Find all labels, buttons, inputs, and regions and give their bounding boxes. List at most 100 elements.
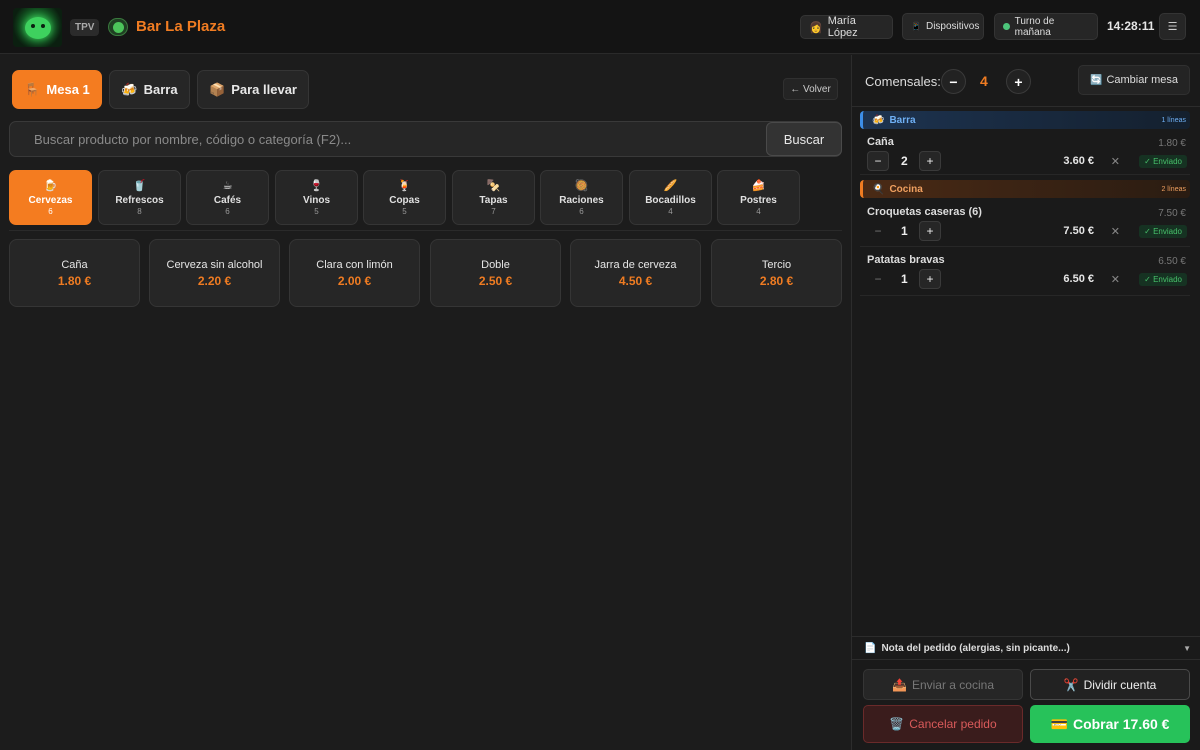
devices-button[interactable]: 📱 Dispositivos <box>902 13 984 40</box>
split-bill-label: Dividir cuenta <box>1083 677 1157 692</box>
category-icon: ☕ <box>222 179 233 192</box>
category-button[interactable]: 🍺 Cervezas 6 <box>9 170 92 225</box>
search-input[interactable] <box>10 122 765 156</box>
category-count: 6 <box>579 206 584 216</box>
category-button[interactable]: 🍷 Vinos 5 <box>275 170 358 225</box>
card-icon: 💳 <box>1050 715 1068 732</box>
scissors-icon: ✂️ <box>1063 677 1079 692</box>
product-tile[interactable]: Clara con limón 2.00 € <box>289 239 420 307</box>
qty-increase-button[interactable]: + <box>919 151 941 171</box>
remove-item-icon[interactable]: ✕ <box>1111 155 1120 168</box>
category-name: Raciones <box>559 194 604 206</box>
beers-icon: 🍻 <box>121 81 138 97</box>
qty-decrease-button[interactable]: − <box>867 221 889 241</box>
category-icon: 🥘 <box>574 179 589 192</box>
charge-button[interactable]: 💳 Cobrar 17.60 € <box>1030 705 1190 743</box>
product-price: 2.20 € <box>197 273 232 288</box>
connection-status-icon <box>108 18 128 36</box>
qty-increase-button[interactable]: + <box>919 269 941 289</box>
qty-decrease-button[interactable]: − <box>867 151 889 171</box>
item-unit-price: 1.80 € <box>1158 138 1186 149</box>
category-button[interactable]: ☕ Cafés 6 <box>186 170 269 225</box>
divider <box>860 174 1190 175</box>
split-bill-button[interactable]: ✂️ Dividir cuenta <box>1030 669 1190 700</box>
back-button[interactable]: ← Volver <box>783 78 838 100</box>
shift-status-icon <box>1003 23 1010 30</box>
trash-icon: 🗑️ <box>889 717 905 731</box>
search-bar: Buscar <box>9 121 842 157</box>
order-note-toggle[interactable]: 📄 Nota del pedido (alergias, sin picante… <box>852 636 1200 660</box>
remove-item-icon[interactable]: ✕ <box>1111 225 1120 238</box>
mode-label: Para llevar <box>231 82 297 97</box>
item-name: Caña <box>867 136 894 148</box>
diners-decrease-button[interactable]: − <box>941 69 966 94</box>
menu-button[interactable]: ☰ <box>1159 13 1186 40</box>
category-name: Postres <box>740 194 777 206</box>
diners-increase-button[interactable]: + <box>1006 69 1031 94</box>
category-count: 5 <box>402 206 407 216</box>
category-button[interactable]: 🥖 Bocadillos 4 <box>629 170 712 225</box>
mode-barra-button[interactable]: 🍻 Barra <box>109 70 190 109</box>
item-qty: 1 <box>901 224 908 238</box>
user-button[interactable]: 👩 María López <box>800 15 893 39</box>
product-price: 2.80 € <box>759 273 794 288</box>
order-note-label: Nota del pedido (alergias, sin picante..… <box>881 642 1070 654</box>
category-name: Bocadillos <box>645 194 696 206</box>
product-name: Cerveza sin alcohol <box>166 258 263 271</box>
category-name: Tapas <box>479 194 508 206</box>
mode-takeaway-button[interactable]: 📦 Para llevar <box>197 70 309 109</box>
user-name: María López <box>827 15 858 39</box>
mode-mesa-button[interactable]: 🪑 Mesa 1 <box>12 70 102 109</box>
product-tile[interactable]: Tercio 2.80 € <box>711 239 842 307</box>
cancel-order-button[interactable]: 🗑️ Cancelar pedido <box>863 705 1023 743</box>
note-icon: 📄 <box>864 642 877 654</box>
product-tile[interactable]: Doble 2.50 € <box>430 239 561 307</box>
charge-label: Cobrar 17.60 € <box>1072 716 1170 732</box>
product-name: Jarra de cerveza <box>594 258 677 271</box>
category-name: Refrescos <box>115 194 164 206</box>
product-tile[interactable]: Jarra de cerveza 4.50 € <box>570 239 701 307</box>
clock: 14:28:11 <box>1107 19 1155 33</box>
product-name: Doble <box>481 258 510 271</box>
category-count: 8 <box>137 206 142 216</box>
category-count: 6 <box>225 206 230 216</box>
outbox-icon: 📤 <box>892 677 907 692</box>
shift-label: Turno de mañana <box>1014 15 1055 38</box>
change-table-button[interactable]: 🔄 Cambiar mesa <box>1078 65 1190 95</box>
product-name: Tercio <box>761 258 792 271</box>
section-line-count: 1 líneas <box>1161 116 1186 124</box>
send-kitchen-label: Enviar a cocina <box>911 677 994 692</box>
chevron-down-icon: ▼ <box>1183 643 1191 653</box>
section-title: Cocina <box>889 183 923 195</box>
status-badge: ✓ Enviado <box>1139 273 1187 286</box>
status-badge: ✓ Enviado <box>1139 225 1187 238</box>
category-button[interactable]: 🍰 Postres 4 <box>717 170 800 225</box>
category-button[interactable]: 🍹 Copas 5 <box>363 170 446 225</box>
package-icon: 📦 <box>209 81 226 97</box>
product-tile[interactable]: Caña 1.80 € <box>9 239 140 307</box>
category-icon: 🍢 <box>486 179 501 192</box>
egg-icon: 🍳 <box>872 183 885 195</box>
remove-item-icon[interactable]: ✕ <box>1111 273 1120 286</box>
category-name: Cafés <box>213 194 242 206</box>
user-icon: 👩 <box>809 21 823 34</box>
divider <box>860 246 1190 247</box>
category-count: 6 <box>48 206 53 216</box>
qty-increase-button[interactable]: + <box>919 221 941 241</box>
item-unit-price: 7.50 € <box>1158 208 1186 219</box>
send-kitchen-button[interactable]: 📤 Enviar a cocina <box>863 669 1023 700</box>
qty-decrease-button[interactable]: − <box>867 269 889 289</box>
section-line-count: 2 líneas <box>1161 185 1186 193</box>
category-button[interactable]: 🥤 Refrescos 8 <box>98 170 181 225</box>
change-table-label: Cambiar mesa <box>1106 74 1178 86</box>
divider <box>852 106 1200 107</box>
item-qty: 1 <box>901 272 908 286</box>
cancel-order-label: Cancelar pedido <box>909 717 997 731</box>
category-button[interactable]: 🥘 Raciones 6 <box>540 170 623 225</box>
product-tile[interactable]: Cerveza sin alcohol 2.20 € <box>149 239 280 307</box>
search-button[interactable]: Buscar <box>766 122 842 156</box>
devices-label: Dispositivos <box>925 21 980 32</box>
product-name: Clara con limón <box>316 258 393 271</box>
category-button[interactable]: 🍢 Tapas 7 <box>452 170 535 225</box>
shift-button[interactable]: Turno de mañana <box>994 13 1098 40</box>
